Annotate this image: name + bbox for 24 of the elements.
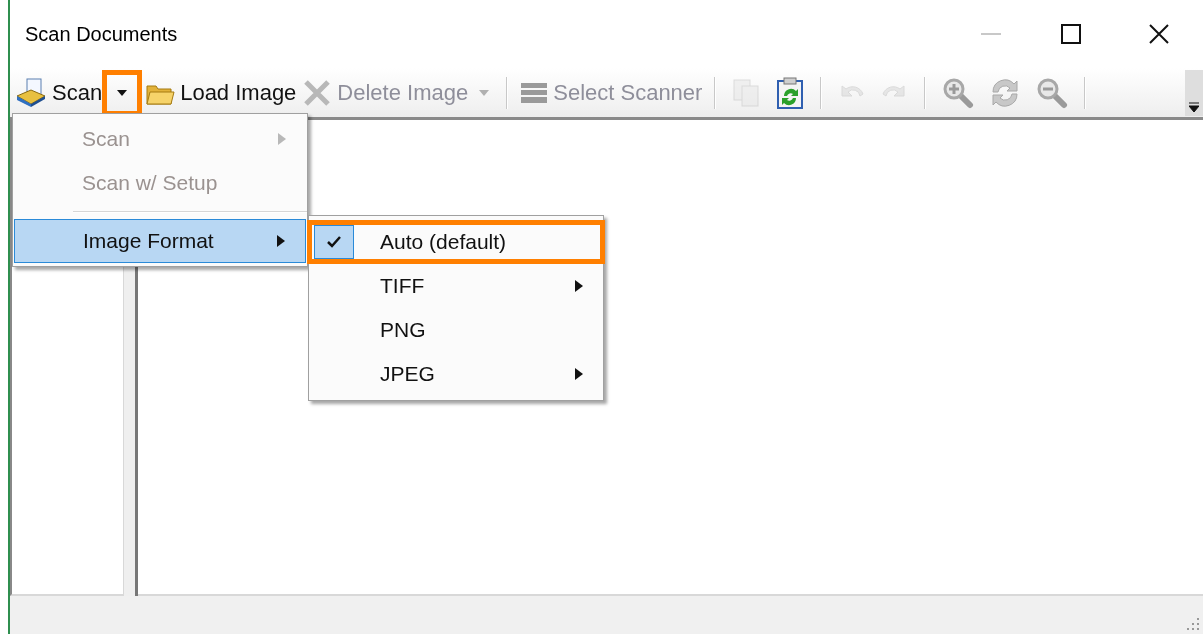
menu-item[interactable]: Image Format [14, 219, 306, 263]
checkmark-icon [327, 236, 341, 248]
resize-grip-icon [1187, 618, 1201, 632]
toolbar-overflow-button[interactable] [1185, 70, 1203, 116]
zoom-out-icon [1036, 76, 1069, 109]
maximize-icon [1061, 24, 1081, 44]
minimize-icon [981, 33, 1001, 35]
clipboard-refresh-icon [776, 76, 805, 109]
menu-item[interactable]: Auto (default) [307, 220, 605, 264]
x-icon [302, 77, 333, 108]
submenu-arrow-icon [575, 368, 583, 380]
menu-item[interactable]: TIFF [309, 264, 603, 308]
caret-icon [117, 89, 128, 96]
submenu-arrow-icon [277, 235, 285, 247]
overflow-icon [1189, 102, 1199, 112]
menu-item[interactable]: PNG [309, 308, 603, 352]
submenu-arrow-icon [278, 133, 286, 145]
caret-icon [479, 89, 490, 96]
zoom-in-icon [942, 76, 975, 109]
window-title: Scan Documents [25, 22, 178, 47]
scanner-document-icon [15, 77, 47, 108]
menu-item[interactable]: JPEG [309, 352, 603, 396]
submenu-arrow-icon [575, 280, 583, 292]
close-icon [1149, 24, 1169, 44]
